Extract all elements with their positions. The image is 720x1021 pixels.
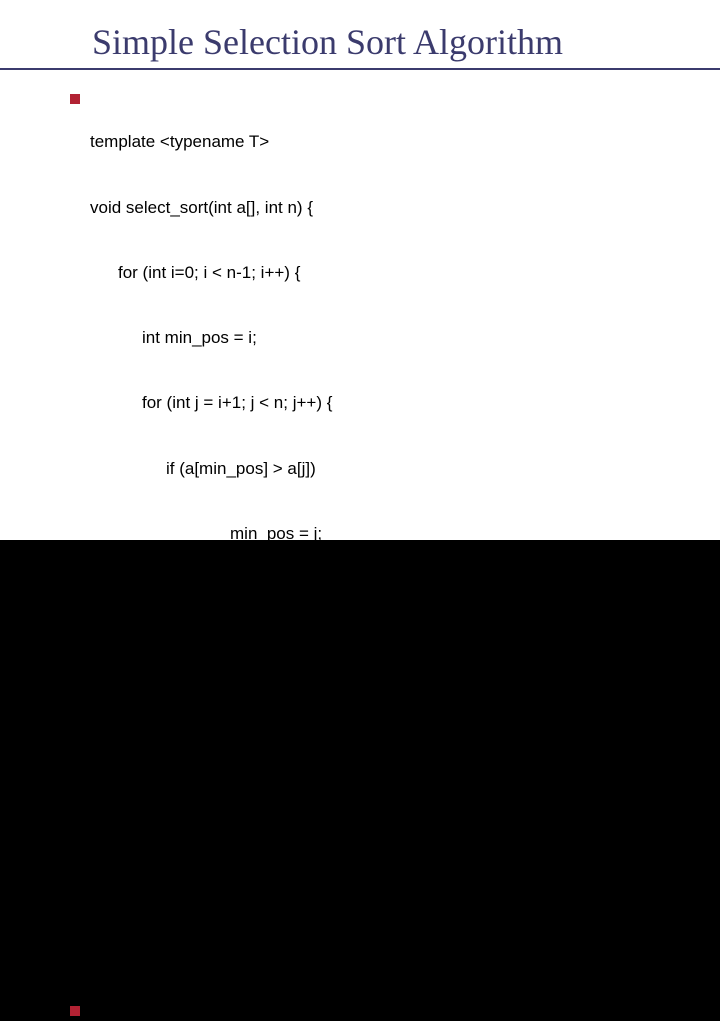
code-line: } bbox=[90, 849, 564, 871]
bullet-icon bbox=[70, 1006, 80, 1016]
spacer bbox=[70, 980, 696, 1000]
code-line: } bbox=[90, 914, 564, 936]
code-block: template <typename T> void select_sort(i… bbox=[90, 88, 564, 980]
code-line: if (a[min_pos] > a[j]) bbox=[90, 458, 564, 480]
code-line: T temp = a[i]; a[i] = a[min_pos]; a[min_… bbox=[90, 719, 564, 741]
title-area: Simple Selection Sort Algorithm bbox=[0, 24, 720, 70]
slide-title: Simple Selection Sort Algorithm bbox=[92, 24, 696, 62]
bullet-icon bbox=[70, 94, 80, 104]
code-line: if (min_pos != i) { bbox=[90, 653, 564, 675]
code-line: void select_sort(int a[], int n) { bbox=[90, 197, 564, 219]
bullet-row: template <typename T> void select_sort(i… bbox=[70, 88, 696, 980]
code-line: } bbox=[90, 588, 564, 610]
code-line: for (int i=0; i < n-1; i++) { bbox=[90, 262, 564, 284]
slide-body: template <typename T> void select_sort(i… bbox=[0, 88, 720, 1021]
complexity-question: T(n) = ? bbox=[90, 1000, 150, 1021]
code-line: template <typename T> bbox=[90, 131, 564, 153]
code-line: int min_pos = i; bbox=[90, 327, 564, 349]
code-line: for (int j = i+1; j < n; j++) { bbox=[90, 392, 564, 414]
bullet-row: T(n) = ? bbox=[70, 1000, 696, 1021]
slide: Simple Selection Sort Algorithm template… bbox=[0, 0, 720, 540]
code-line: } bbox=[90, 784, 564, 806]
code-line: min_pos = j; bbox=[90, 523, 564, 545]
